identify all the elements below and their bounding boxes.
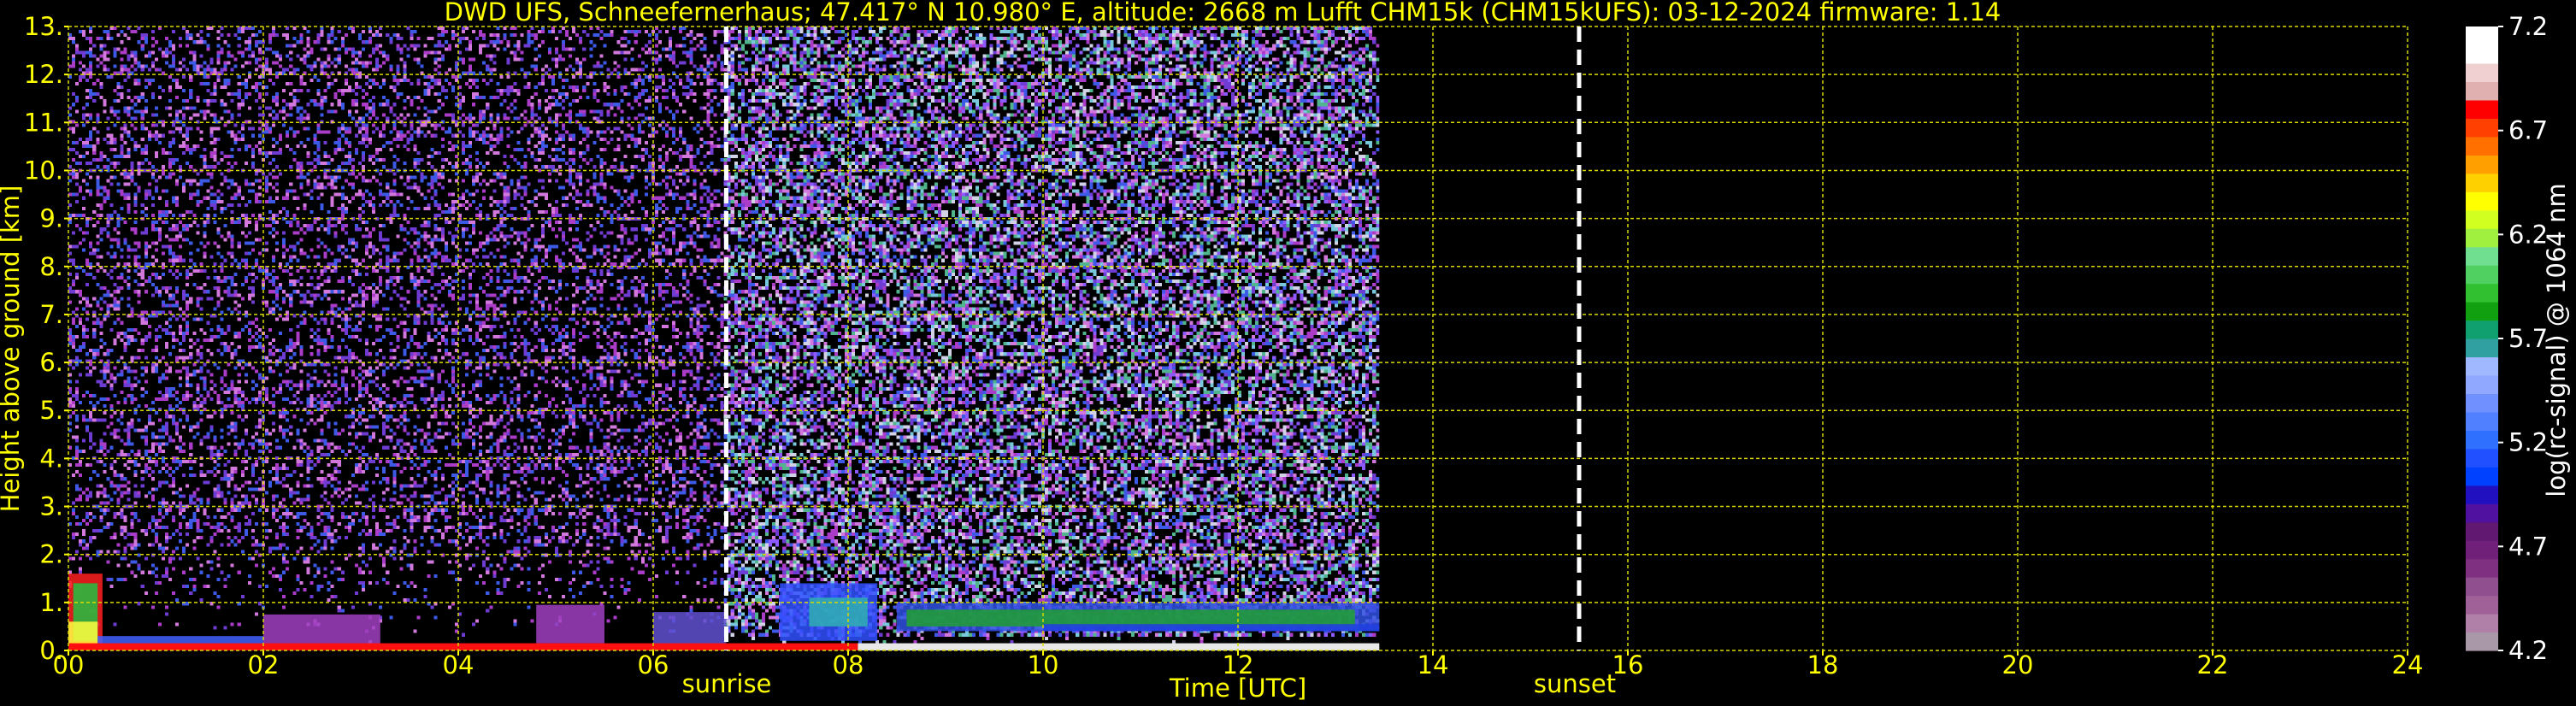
colorbar-tick-label: 6.7	[2508, 116, 2548, 145]
colorbar-swatch	[2466, 136, 2498, 156]
colorbar-swatch	[2466, 338, 2498, 358]
colorbar-swatch	[2466, 558, 2498, 578]
colorbar-swatch	[2466, 26, 2498, 46]
colorbar-swatch	[2466, 228, 2498, 248]
colorbar-swatch	[2466, 595, 2498, 615]
colorbar-swatch	[2466, 191, 2498, 211]
colorbar-tick-label: 4.7	[2508, 532, 2548, 561]
colorbar-swatch	[2466, 118, 2498, 138]
colorbar-tick-label: 4.2	[2508, 636, 2548, 665]
y-axis-label: Height above ground [km]	[0, 185, 25, 513]
colorbar-swatch	[2466, 155, 2498, 174]
colorbar-swatch	[2466, 173, 2498, 192]
y-axis: 0.1.2.3.4.5.6.7.8.9.10.11.12.13.	[24, 12, 68, 665]
colorbar-swatch	[2466, 246, 2498, 266]
colorbar-swatch	[2466, 540, 2498, 560]
cloud-feature	[1043, 624, 1380, 632]
colorbar-swatch	[2466, 393, 2498, 413]
colorbar-swatch	[2466, 614, 2498, 633]
colorbar-swatch	[2466, 81, 2498, 101]
colorbar-swatch	[2466, 302, 2498, 321]
y-tick-label: 12.	[24, 60, 63, 89]
y-tick-label: 7.	[39, 300, 63, 329]
colorbar-swatch	[2466, 503, 2498, 523]
cloud-feature	[906, 609, 1355, 627]
colorbar-swatch	[2466, 283, 2498, 303]
colorbar-swatch	[2466, 356, 2498, 376]
cloud-feature	[263, 614, 380, 646]
colorbar-tick-label: 7.2	[2508, 12, 2548, 41]
colorbar-swatch	[2466, 430, 2498, 450]
sunset-label: sunset	[1534, 669, 1616, 698]
colorbar-swatch	[2466, 209, 2498, 229]
y-tick-label: 5.	[39, 396, 63, 425]
surface-layer	[68, 643, 858, 650]
y-tick-label: 2.	[39, 540, 63, 569]
chart-title: DWD UFS, Schneefernerhaus; 47.417° N 10.…	[445, 0, 2001, 26]
y-tick-label: 3.	[39, 492, 63, 521]
colorbar-swatch	[2466, 44, 2498, 64]
colorbar-swatch	[2466, 265, 2498, 285]
y-tick-label: 6.	[39, 348, 63, 377]
cloud-feature	[536, 604, 604, 644]
surface-layer	[858, 643, 1380, 650]
colorbar-swatch	[2466, 448, 2498, 468]
colorbar-swatch	[2466, 521, 2498, 541]
y-tick-label: 10.	[24, 156, 63, 185]
colorbar-swatch	[2466, 632, 2498, 651]
colorbar-swatch	[2466, 467, 2498, 486]
ceilometer-chart: DWD UFS, Schneefernerhaus; 47.417° N 10.…	[0, 0, 2571, 703]
y-tick-label: 13.	[24, 12, 63, 41]
y-tick-label: 9.	[39, 204, 63, 233]
x-axis-label: Time [UTC]	[1169, 674, 1306, 703]
colorbar-label: log(rc-signal) @ 1064 nm	[2542, 183, 2571, 497]
colorbar-swatch	[2466, 577, 2498, 597]
y-tick-label: 11.	[24, 108, 63, 137]
colorbar-swatch	[2466, 62, 2498, 83]
colorbar-swatch	[2466, 99, 2498, 119]
y-tick-label: 4.	[39, 444, 63, 473]
sunrise-label: sunrise	[682, 669, 772, 698]
y-tick-label: 1.	[39, 588, 63, 617]
colorbar-swatch	[2466, 320, 2498, 339]
backscatter-noise	[68, 26, 1380, 650]
colorbar-swatch	[2466, 374, 2498, 395]
colorbar-swatch	[2466, 485, 2498, 504]
colorbar-ticks: 7.26.76.25.75.24.74.2	[2498, 12, 2548, 665]
colorbar-swatch	[2466, 411, 2498, 431]
cloud-feature	[653, 612, 727, 646]
y-tick-label: 8.	[39, 252, 63, 281]
colorbar	[2466, 26, 2498, 651]
